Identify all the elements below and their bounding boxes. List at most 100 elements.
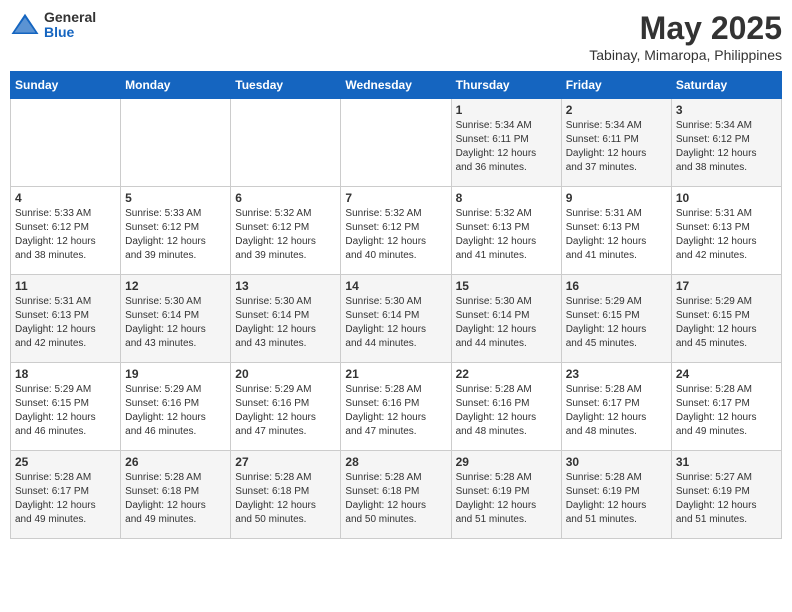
calendar-cell: 22Sunrise: 5:28 AM Sunset: 6:16 PM Dayli… [451, 363, 561, 451]
calendar-cell: 6 Sunrise: 5:32 AM Sunset: 6:12 PM Daylig… [231, 187, 341, 275]
calendar-cell: 25 Sunrise: 5:28 AM Sunset: 6:17 PM Dayli… [11, 451, 121, 539]
day-info: Sunrise: 5:28 AM Sunset: 6:16 PM Dayligh… [345, 383, 446, 439]
day-info: Sunrise: 5:29 AM Sunset: 6:15 PM Dayligh… [566, 295, 667, 351]
calendar-cell [341, 99, 451, 187]
calendar-cell: 19Sunrise: 5:29 AM Sunset: 6:16 PM Dayli… [121, 363, 231, 451]
calendar-cell: 12 Sunrise: 5:30 AM Sunset: 6:14 PM Dayli… [121, 275, 231, 363]
logo-general: General [44, 10, 96, 25]
month-year: May 2025 [589, 10, 782, 47]
day-number: 17 [676, 279, 777, 293]
week-row-2: 4 Sunrise: 5:33 AM Sunset: 6:12 PM Daylig… [11, 187, 782, 275]
day-info: Sunrise: 5:29 AM Sunset: 6:16 PM Dayligh… [235, 383, 336, 439]
calendar-cell: 17 Sunrise: 5:29 AM Sunset: 6:15 PM Dayli… [671, 275, 781, 363]
day-number: 25 [15, 455, 116, 469]
calendar-cell: 3Sunrise: 5:34 AM Sunset: 6:12 PM Daylig… [671, 99, 781, 187]
day-info: Sunrise: 5:30 AM Sunset: 6:14 PM Dayligh… [235, 295, 336, 351]
day-info: Sunrise: 5:30 AM Sunset: 6:14 PM Dayligh… [345, 295, 446, 351]
calendar-cell: 18 Sunrise: 5:29 AM Sunset: 6:15 PM Dayli… [11, 363, 121, 451]
week-row-3: 11Sunrise: 5:31 AM Sunset: 6:13 PM Dayli… [11, 275, 782, 363]
day-info: Sunrise: 5:31 AM Sunset: 6:13 PM Dayligh… [566, 207, 667, 263]
calendar-cell: 4 Sunrise: 5:33 AM Sunset: 6:12 PM Daylig… [11, 187, 121, 275]
calendar-cell: 15 Sunrise: 5:30 AM Sunset: 6:14 PM Dayli… [451, 275, 561, 363]
weekday-header-tuesday: Tuesday [231, 72, 341, 99]
calendar-cell: 16 Sunrise: 5:29 AM Sunset: 6:15 PM Dayli… [561, 275, 671, 363]
day-number: 14 [345, 279, 446, 293]
weekday-header-row: SundayMondayTuesdayWednesdayThursdayFrid… [11, 72, 782, 99]
calendar-cell: 9 Sunrise: 5:31 AM Sunset: 6:13 PM Daylig… [561, 187, 671, 275]
page-header: General Blue May 2025 Tabinay, Mimaropa,… [10, 10, 782, 63]
logo-blue: Blue [44, 25, 96, 40]
day-number: 5 [125, 191, 226, 205]
day-number: 11 [15, 279, 116, 293]
weekday-header-sunday: Sunday [11, 72, 121, 99]
day-info: Sunrise: 5:28 AM Sunset: 6:19 PM Dayligh… [456, 471, 557, 527]
day-info: Sunrise: 5:33 AM Sunset: 6:12 PM Dayligh… [15, 207, 116, 263]
day-info: Sunrise: 5:34 AM Sunset: 6:11 PM Dayligh… [456, 119, 557, 175]
location: Tabinay, Mimaropa, Philippines [589, 47, 782, 63]
day-number: 15 [456, 279, 557, 293]
day-number: 7 [345, 191, 446, 205]
calendar-cell: 10 Sunrise: 5:31 AM Sunset: 6:13 PM Dayli… [671, 187, 781, 275]
day-info: Sunrise: 5:34 AM Sunset: 6:11 PM Dayligh… [566, 119, 667, 175]
day-info: Sunrise: 5:28 AM Sunset: 6:17 PM Dayligh… [15, 471, 116, 527]
calendar-cell: 2Sunrise: 5:34 AM Sunset: 6:11 PM Daylig… [561, 99, 671, 187]
day-number: 3 [676, 103, 777, 117]
day-number: 20 [235, 367, 336, 381]
day-number: 13 [235, 279, 336, 293]
logo-icon [10, 10, 40, 40]
day-info: Sunrise: 5:31 AM Sunset: 6:13 PM Dayligh… [676, 207, 777, 263]
day-number: 23 [566, 367, 667, 381]
calendar-cell: 24Sunrise: 5:28 AM Sunset: 6:17 PM Dayli… [671, 363, 781, 451]
day-info: Sunrise: 5:32 AM Sunset: 6:12 PM Dayligh… [345, 207, 446, 263]
day-info: Sunrise: 5:33 AM Sunset: 6:12 PM Dayligh… [125, 207, 226, 263]
day-number: 18 [15, 367, 116, 381]
day-number: 1 [456, 103, 557, 117]
day-number: 4 [15, 191, 116, 205]
day-number: 27 [235, 455, 336, 469]
day-number: 29 [456, 455, 557, 469]
week-row-1: 1 Sunrise: 5:34 AM Sunset: 6:11 PM Daylig… [11, 99, 782, 187]
day-info: Sunrise: 5:29 AM Sunset: 6:15 PM Dayligh… [15, 383, 116, 439]
day-info: Sunrise: 5:27 AM Sunset: 6:19 PM Dayligh… [676, 471, 777, 527]
day-number: 24 [676, 367, 777, 381]
calendar-cell: 14 Sunrise: 5:30 AM Sunset: 6:14 PM Dayli… [341, 275, 451, 363]
day-info: Sunrise: 5:28 AM Sunset: 6:19 PM Dayligh… [566, 471, 667, 527]
calendar-cell: 5 Sunrise: 5:33 AM Sunset: 6:12 PM Daylig… [121, 187, 231, 275]
logo-text: General Blue [44, 10, 96, 41]
day-number: 21 [345, 367, 446, 381]
calendar-cell: 1 Sunrise: 5:34 AM Sunset: 6:11 PM Daylig… [451, 99, 561, 187]
weekday-header-thursday: Thursday [451, 72, 561, 99]
day-number: 10 [676, 191, 777, 205]
day-number: 26 [125, 455, 226, 469]
day-number: 28 [345, 455, 446, 469]
week-row-4: 18 Sunrise: 5:29 AM Sunset: 6:15 PM Dayli… [11, 363, 782, 451]
day-number: 12 [125, 279, 226, 293]
calendar-cell: 13 Sunrise: 5:30 AM Sunset: 6:14 PM Dayli… [231, 275, 341, 363]
weekday-header-friday: Friday [561, 72, 671, 99]
day-info: Sunrise: 5:32 AM Sunset: 6:12 PM Dayligh… [235, 207, 336, 263]
day-number: 31 [676, 455, 777, 469]
day-info: Sunrise: 5:30 AM Sunset: 6:14 PM Dayligh… [125, 295, 226, 351]
day-number: 16 [566, 279, 667, 293]
day-info: Sunrise: 5:29 AM Sunset: 6:15 PM Dayligh… [676, 295, 777, 351]
day-info: Sunrise: 5:30 AM Sunset: 6:14 PM Dayligh… [456, 295, 557, 351]
calendar-cell: 11Sunrise: 5:31 AM Sunset: 6:13 PM Dayli… [11, 275, 121, 363]
calendar-cell: 7 Sunrise: 5:32 AM Sunset: 6:12 PM Daylig… [341, 187, 451, 275]
calendar-cell: 29 Sunrise: 5:28 AM Sunset: 6:19 PM Dayli… [451, 451, 561, 539]
weekday-header-monday: Monday [121, 72, 231, 99]
calendar-cell [11, 99, 121, 187]
calendar-cell: 27 Sunrise: 5:28 AM Sunset: 6:18 PM Dayli… [231, 451, 341, 539]
calendar-cell [231, 99, 341, 187]
day-info: Sunrise: 5:28 AM Sunset: 6:18 PM Dayligh… [345, 471, 446, 527]
day-info: Sunrise: 5:28 AM Sunset: 6:18 PM Dayligh… [235, 471, 336, 527]
day-info: Sunrise: 5:32 AM Sunset: 6:13 PM Dayligh… [456, 207, 557, 263]
calendar-table: SundayMondayTuesdayWednesdayThursdayFrid… [10, 71, 782, 539]
day-number: 9 [566, 191, 667, 205]
calendar-cell: 20 Sunrise: 5:29 AM Sunset: 6:16 PM Dayli… [231, 363, 341, 451]
title-block: May 2025 Tabinay, Mimaropa, Philippines [589, 10, 782, 63]
calendar-cell [121, 99, 231, 187]
day-info: Sunrise: 5:28 AM Sunset: 6:16 PM Dayligh… [456, 383, 557, 439]
day-number: 30 [566, 455, 667, 469]
day-number: 6 [235, 191, 336, 205]
weekday-header-wednesday: Wednesday [341, 72, 451, 99]
